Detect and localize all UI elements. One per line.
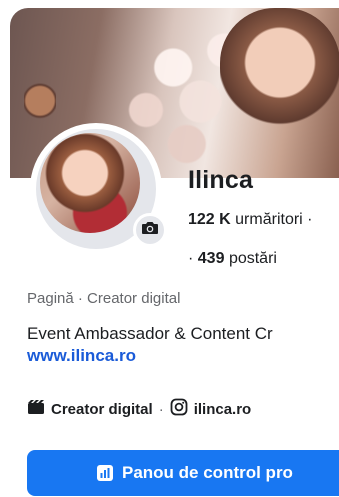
followers-stat[interactable]: 122 K urmăritori · — [188, 211, 313, 229]
profile-picture-frame — [30, 123, 167, 255]
posts-prefix: · — [188, 250, 194, 267]
details-separator: · — [158, 400, 164, 418]
posts-stat[interactable]: · 439 postări — [188, 250, 277, 268]
page-category: Pagină · Creator digital — [27, 290, 181, 307]
cover-photo-portrait — [220, 8, 339, 138]
dashboard-icon — [96, 464, 114, 482]
creator-category-label: Creator digital — [51, 400, 153, 418]
posts-count: 439 — [197, 250, 225, 267]
edit-profile-picture-button[interactable] — [133, 213, 167, 247]
instagram-handle[interactable]: ilinca.ro — [194, 401, 252, 418]
profile-screen: Ilinca 122 K urmăritori · · 439 postări … — [0, 0, 339, 497]
profile-picture[interactable] — [40, 133, 140, 233]
clapperboard-icon — [27, 399, 45, 419]
followers-label: urmăritori · — [235, 211, 313, 228]
professional-dashboard-button[interactable]: Panou de control pro — [27, 450, 339, 496]
dashboard-button-label: Panou de control pro — [122, 463, 293, 482]
posts-label: postări — [228, 250, 277, 267]
camera-icon — [141, 220, 159, 241]
instagram-icon — [170, 398, 188, 420]
details-row: Creator digital · ilinca.ro — [27, 398, 251, 420]
cover-photo-figure — [24, 72, 56, 120]
profile-name: Ilinca — [188, 166, 254, 194]
page-bio: Event Ambassador & Content Cr — [27, 324, 273, 343]
followers-count: 122 K — [188, 211, 231, 228]
website-link[interactable]: www.ilinca.ro — [27, 346, 136, 366]
